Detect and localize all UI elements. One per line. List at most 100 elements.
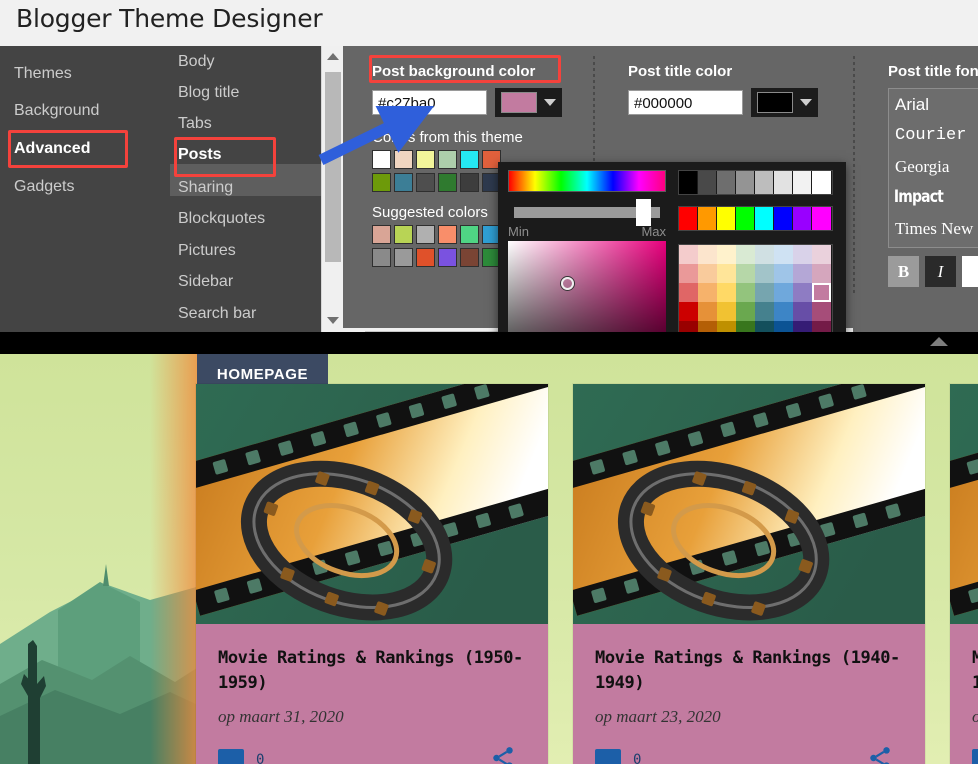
color-swatch[interactable] — [679, 264, 698, 283]
subnav-item-search-bar[interactable]: Search bar — [178, 305, 256, 323]
color-swatch[interactable] — [438, 225, 457, 244]
post-card[interactable]: Movie Ratings & Rankings (1940-1949) op … — [573, 384, 925, 764]
scroll-down-arrow[interactable] — [322, 310, 344, 332]
color-swatch[interactable] — [394, 248, 413, 267]
hue-swatch[interactable] — [755, 207, 774, 230]
color-swatch[interactable] — [793, 283, 812, 302]
post-title[interactable]: Movie Ratings & Rankings (1930-1939) — [972, 646, 978, 695]
color-swatch[interactable] — [679, 283, 698, 302]
post-title-swatch-button[interactable] — [751, 88, 818, 117]
hue-slider[interactable] — [508, 170, 666, 192]
color-swatch[interactable] — [736, 283, 755, 302]
subnav-scrollbar[interactable] — [321, 46, 344, 332]
color-swatch[interactable] — [774, 283, 793, 302]
post-title[interactable]: Movie Ratings & Rankings (1950-1959) — [218, 646, 526, 695]
grayscale-swatch-row[interactable] — [678, 170, 833, 195]
color-swatch[interactable] — [717, 245, 736, 264]
grayscale-swatch[interactable] — [774, 171, 793, 194]
post-background-hex-input[interactable]: #c27ba0 — [372, 90, 487, 115]
italic-button[interactable]: I — [925, 256, 956, 287]
hue-swatch-row[interactable] — [678, 206, 833, 231]
color-swatch[interactable] — [755, 302, 774, 321]
font-option-georgia[interactable]: Georgia — [889, 151, 978, 182]
scrollbar-thumb[interactable] — [325, 72, 341, 262]
hue-swatch[interactable] — [812, 207, 831, 230]
subnav-item-blockquotes[interactable]: Blockquotes — [178, 210, 265, 228]
grayscale-swatch[interactable] — [717, 171, 736, 194]
grayscale-swatch[interactable] — [793, 171, 812, 194]
color-swatch[interactable] — [717, 264, 736, 283]
color-swatch[interactable] — [736, 302, 755, 321]
color-swatch[interactable] — [460, 150, 479, 169]
hue-swatch[interactable] — [717, 207, 736, 230]
subnav-item-tabs[interactable]: Tabs — [178, 115, 212, 133]
color-swatch[interactable] — [679, 302, 698, 321]
font-option-times-new-roman[interactable]: Times New Roman — [889, 213, 978, 244]
color-swatch[interactable] — [717, 283, 736, 302]
color-swatch[interactable] — [812, 283, 831, 302]
scroll-up-arrow[interactable] — [322, 46, 344, 68]
color-swatch[interactable] — [812, 245, 831, 264]
subnav-item-sidebar[interactable]: Sidebar — [178, 273, 233, 291]
collapse-arrow-icon[interactable] — [930, 337, 948, 346]
sv-cursor[interactable] — [561, 277, 574, 290]
color-swatch[interactable] — [438, 173, 457, 192]
subnav-item-pictures[interactable]: Pictures — [178, 242, 236, 260]
color-swatch[interactable] — [698, 264, 717, 283]
comment-icon[interactable] — [972, 749, 978, 764]
color-swatch[interactable] — [717, 302, 736, 321]
color-swatch[interactable] — [793, 245, 812, 264]
subnav-item-blog-title[interactable]: Blog title — [178, 84, 239, 102]
sidebar-item-advanced[interactable]: Advanced — [14, 140, 90, 158]
color-swatch[interactable] — [774, 264, 793, 283]
color-swatch[interactable] — [698, 283, 717, 302]
color-swatch[interactable] — [812, 302, 831, 321]
grayscale-swatch[interactable] — [736, 171, 755, 194]
share-icon[interactable] — [490, 745, 516, 764]
sidebar-item-gadgets[interactable]: Gadgets — [14, 178, 74, 196]
grayscale-swatch[interactable] — [755, 171, 774, 194]
color-swatch[interactable] — [812, 264, 831, 283]
hue-swatch[interactable] — [793, 207, 812, 230]
font-option-impact[interactable]: Impact — [889, 182, 978, 213]
color-swatch[interactable] — [736, 264, 755, 283]
hue-swatch[interactable] — [698, 207, 717, 230]
post-title-hex-input[interactable]: #000000 — [628, 90, 743, 115]
color-swatch[interactable] — [416, 225, 435, 244]
sidebar-item-background[interactable]: Background — [14, 102, 99, 120]
color-swatch[interactable] — [793, 264, 812, 283]
comment-icon[interactable] — [595, 749, 621, 764]
sidebar-item-themes[interactable]: Themes — [14, 65, 72, 83]
color-swatch[interactable] — [372, 225, 391, 244]
color-swatch[interactable] — [679, 245, 698, 264]
color-swatch[interactable] — [394, 225, 413, 244]
post-card[interactable]: Movie Ratings & Rankings (1950-1959) op … — [196, 384, 548, 764]
color-swatch[interactable] — [698, 245, 717, 264]
color-swatch[interactable] — [460, 248, 479, 267]
color-swatch[interactable] — [736, 245, 755, 264]
brightness-thumb[interactable] — [636, 199, 651, 226]
color-swatch[interactable] — [698, 302, 717, 321]
hue-swatch[interactable] — [774, 207, 793, 230]
color-swatch[interactable] — [394, 173, 413, 192]
color-swatch[interactable] — [372, 248, 391, 267]
bold-button[interactable]: B — [888, 256, 919, 287]
brightness-slider[interactable] — [508, 199, 666, 226]
subnav-item-sharing[interactable]: Sharing — [178, 179, 233, 197]
color-swatch[interactable] — [416, 173, 435, 192]
hue-swatch[interactable] — [679, 207, 698, 230]
color-swatch[interactable] — [755, 245, 774, 264]
grayscale-swatch[interactable] — [679, 171, 698, 194]
font-option-arial[interactable]: Arial — [889, 89, 978, 120]
color-swatch[interactable] — [394, 150, 413, 169]
color-swatch[interactable] — [438, 248, 457, 267]
font-list[interactable]: Arial Courier Georgia Impact Times New R… — [888, 88, 978, 248]
color-swatch[interactable] — [755, 264, 774, 283]
comment-icon[interactable] — [218, 749, 244, 764]
subnav-item-body[interactable]: Body — [178, 53, 214, 71]
color-swatch[interactable] — [774, 302, 793, 321]
color-swatch[interactable] — [372, 173, 391, 192]
color-swatch[interactable] — [460, 225, 479, 244]
post-card[interactable]: Movie Ratings & Rankings (1930-1939) op … — [950, 384, 978, 764]
color-swatch[interactable] — [438, 150, 457, 169]
